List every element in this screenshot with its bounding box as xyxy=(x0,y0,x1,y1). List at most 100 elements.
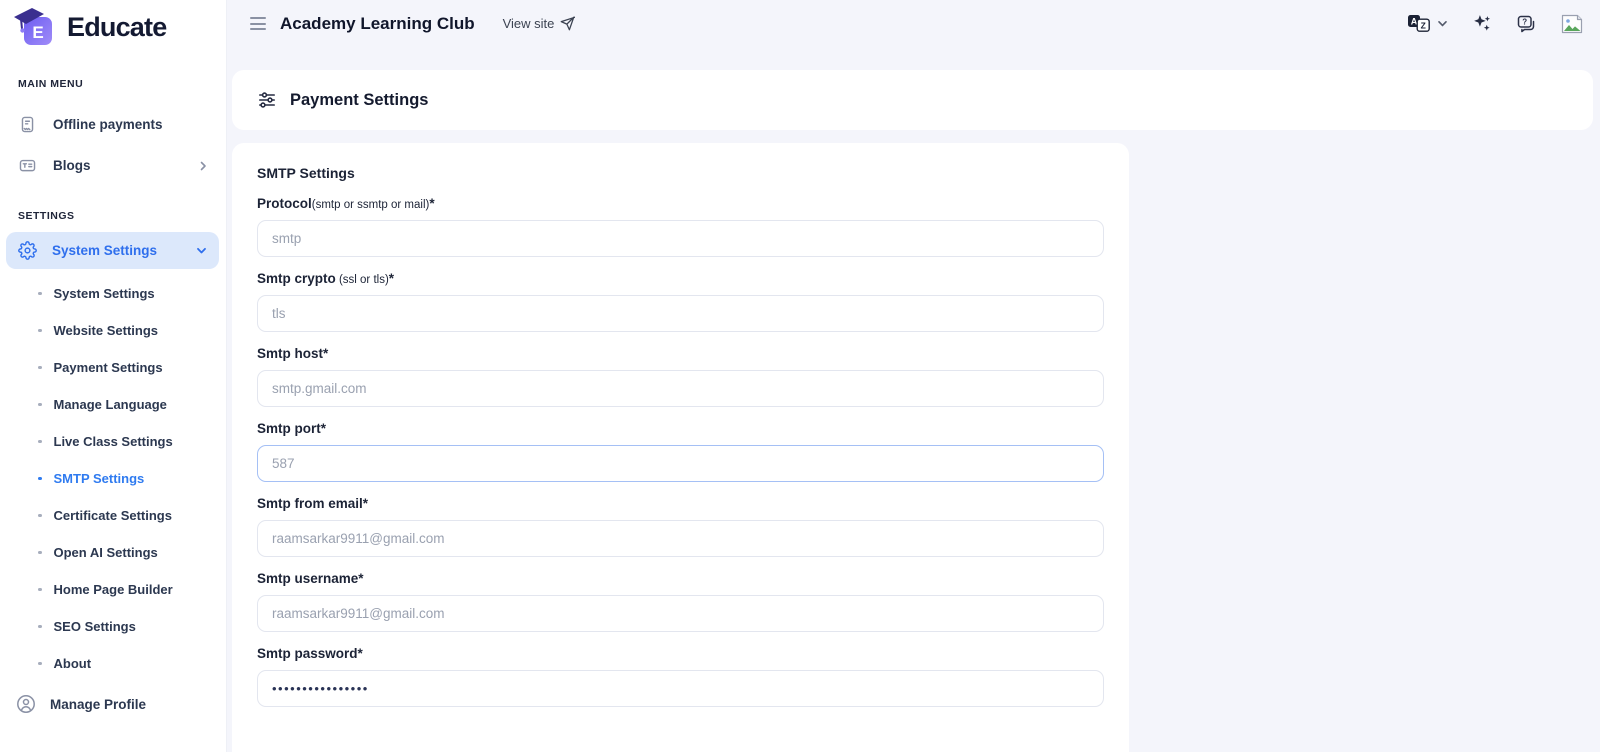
submenu-item-system-settings[interactable]: System Settings xyxy=(0,275,226,312)
submenu-item-seo-settings[interactable]: SEO Settings xyxy=(0,608,226,645)
sliders-icon xyxy=(257,90,277,110)
sidebar-toggle-hamburger-icon[interactable] xyxy=(248,15,268,32)
page-title: Payment Settings xyxy=(290,91,428,110)
sidebar-item-manage-profile[interactable]: Manage Profile xyxy=(0,682,226,726)
field-label: Smtp port* xyxy=(257,421,1104,436)
bullet-dot xyxy=(38,477,42,481)
bullet-dot xyxy=(38,292,42,296)
field-smtp-from-email: Smtp from email* xyxy=(257,496,1104,557)
sidebar-item-offline-payments[interactable]: Offline payments xyxy=(0,104,226,145)
user-avatar[interactable] xyxy=(1560,12,1586,36)
submenu-label: Home Page Builder xyxy=(54,582,173,597)
sidebar-item-system-settings[interactable]: System Settings xyxy=(6,232,219,269)
bullet-dot xyxy=(38,329,42,333)
field-label: Smtp crypto (ssl or tls)* xyxy=(257,271,1104,286)
translate-icon: A Z xyxy=(1407,13,1431,34)
topbar: Academy Learning Club View site A Z xyxy=(228,0,1600,47)
svg-text:?: ? xyxy=(1522,17,1527,26)
bullet-dot xyxy=(38,514,42,518)
submenu-item-smtp-settings[interactable]: SMTP Settings xyxy=(0,460,226,497)
field-label: Smtp password* xyxy=(257,646,1104,661)
submenu-label: SEO Settings xyxy=(54,619,136,634)
bullet-dot xyxy=(38,662,42,666)
brand-logo[interactable]: E Educate xyxy=(0,0,226,54)
topbar-actions: A Z xyxy=(1407,12,1586,36)
site-title: Academy Learning Club xyxy=(280,14,475,34)
receipt-icon xyxy=(18,115,37,134)
field-smtp-password: Smtp password* xyxy=(257,646,1104,707)
smtp-host-input[interactable] xyxy=(257,370,1104,407)
field-label: Protocol(smtp or ssmtp or mail)* xyxy=(257,196,1104,211)
submenu-label: Manage Language xyxy=(54,397,167,412)
submenu-label: Payment Settings xyxy=(54,360,163,375)
field-smtp-host: Smtp host* xyxy=(257,346,1104,407)
sidebar-item-label: Manage Profile xyxy=(50,697,146,712)
smtp-settings-card: SMTP Settings Protocol(smtp or ssmtp or … xyxy=(232,143,1129,752)
section-label-main-menu: MAIN MENU xyxy=(0,78,226,90)
language-selector[interactable]: A Z xyxy=(1407,13,1448,34)
submenu-item-open-ai-settings[interactable]: Open AI Settings xyxy=(0,534,226,571)
submenu-label: System Settings xyxy=(54,286,155,301)
field-smtp-username: Smtp username* xyxy=(257,571,1104,632)
submenu-label: Open AI Settings xyxy=(54,545,158,560)
field-smtp-port: Smtp port* xyxy=(257,421,1104,482)
submenu-item-manage-language[interactable]: Manage Language xyxy=(0,386,226,423)
svg-text:E: E xyxy=(32,23,43,42)
submenu-label: SMTP Settings xyxy=(54,471,145,486)
bullet-dot xyxy=(38,440,42,444)
field-label: Smtp host* xyxy=(257,346,1104,361)
submenu-item-about[interactable]: About xyxy=(0,645,226,682)
bullet-dot xyxy=(38,551,42,555)
broken-image-icon xyxy=(1560,12,1586,36)
sidebar: E Educate MAIN MENU Offline payments xyxy=(0,0,227,752)
submenu-item-certificate-settings[interactable]: Certificate Settings xyxy=(0,497,226,534)
chevron-right-icon xyxy=(198,161,208,171)
brand-name: Educate xyxy=(67,12,166,43)
blog-card-icon xyxy=(18,156,37,175)
sidebar-item-label: Offline payments xyxy=(53,117,163,132)
sidebar-item-label: Blogs xyxy=(53,158,91,173)
section-label-settings: SETTINGS xyxy=(0,210,226,222)
smtp-crypto-input[interactable] xyxy=(257,295,1104,332)
user-circle-icon xyxy=(16,694,36,714)
sidebar-item-label: System Settings xyxy=(52,243,157,258)
view-site-link[interactable]: View site xyxy=(503,16,576,31)
main-area: Academy Learning Club View site A Z xyxy=(228,0,1600,752)
submenu-label: Live Class Settings xyxy=(54,434,173,449)
submenu-label: Website Settings xyxy=(54,323,159,338)
view-site-label: View site xyxy=(503,16,555,31)
field-label: Smtp from email* xyxy=(257,496,1104,511)
sparkles-icon xyxy=(1471,13,1492,34)
send-icon xyxy=(560,16,575,31)
field-label: Smtp username* xyxy=(257,571,1104,586)
smtp-from-email-input[interactable] xyxy=(257,520,1104,557)
sidebar-item-blogs[interactable]: Blogs xyxy=(0,145,226,186)
bullet-dot xyxy=(38,403,42,407)
page-header-card: Payment Settings xyxy=(232,70,1593,130)
smtp-password-input[interactable] xyxy=(257,670,1104,707)
bullet-dot xyxy=(38,366,42,370)
svg-text:Z: Z xyxy=(1421,20,1426,30)
field-smtp-crypto: Smtp crypto (ssl or tls)* xyxy=(257,271,1104,332)
smtp-username-input[interactable] xyxy=(257,595,1104,632)
submenu-item-live-class-settings[interactable]: Live Class Settings xyxy=(0,423,226,460)
chevron-down-icon xyxy=(1437,18,1448,29)
field-protocol: Protocol(smtp or ssmtp or mail)* xyxy=(257,196,1104,257)
submenu-item-home-page-builder[interactable]: Home Page Builder xyxy=(0,571,226,608)
protocol-input[interactable] xyxy=(257,220,1104,257)
submenu-label: About xyxy=(54,656,92,671)
submenu-item-website-settings[interactable]: Website Settings xyxy=(0,312,226,349)
smtp-port-input[interactable] xyxy=(257,445,1104,482)
gear-icon xyxy=(18,241,37,260)
educate-logo-icon: E xyxy=(12,5,58,49)
submenu-item-payment-settings[interactable]: Payment Settings xyxy=(0,349,226,386)
form-heading: SMTP Settings xyxy=(257,165,1104,181)
ai-assistant-button[interactable] xyxy=(1471,13,1492,34)
help-chat-button[interactable]: ? xyxy=(1515,13,1537,35)
chevron-down-icon xyxy=(196,245,207,256)
system-settings-submenu: System Settings Website Settings Payment… xyxy=(0,275,226,682)
submenu-label: Certificate Settings xyxy=(54,508,172,523)
bullet-dot xyxy=(38,625,42,629)
chat-question-icon: ? xyxy=(1515,13,1537,35)
bullet-dot xyxy=(38,588,42,592)
